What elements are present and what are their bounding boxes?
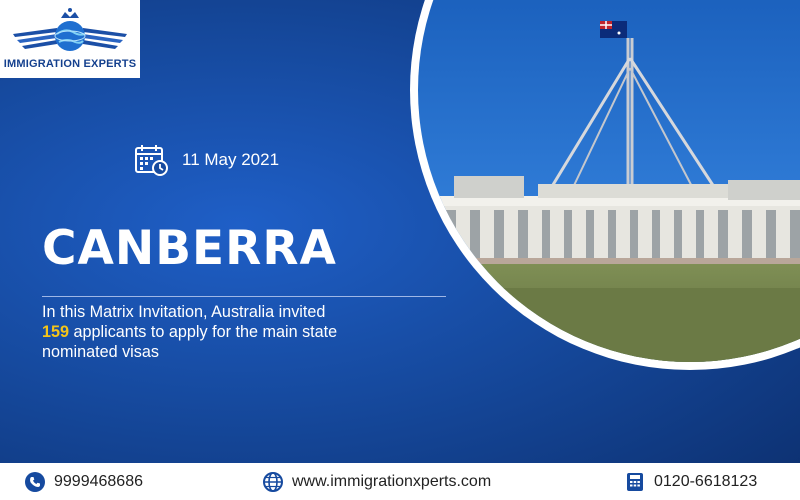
phone-icon	[25, 471, 45, 492]
city-title: CANBERRA	[42, 221, 337, 276]
description-line-3: nominated visas	[42, 343, 159, 361]
description-line-1: In this Matrix Invitation, Australia inv…	[42, 303, 326, 321]
description-line-2-text: applicants to apply for the main state	[69, 323, 338, 341]
description: In this Matrix Invitation, Australia inv…	[42, 302, 452, 362]
applicant-count: 159	[42, 323, 70, 341]
website-url: www.immigrationxperts.com	[292, 472, 492, 490]
footer-bar: 9999468686 www.immigrationxperts.com 012…	[0, 463, 800, 500]
post-date: 11 May 2021	[182, 150, 280, 169]
parliament-house-photo	[418, 0, 800, 362]
description-line-2: 159 applicants to apply for the main sta…	[42, 322, 452, 342]
date-row: 11 May 2021	[134, 143, 279, 177]
calendar-clock-icon	[135, 145, 168, 176]
globe-icon	[263, 471, 283, 492]
phone-number: 9999468686	[54, 472, 143, 490]
telephone-icon	[627, 472, 643, 491]
footer-phone[interactable]: 9999468686	[24, 463, 143, 500]
brand-name: IMMIGRATION EXPERTS	[3, 58, 137, 70]
divider	[42, 296, 446, 297]
landline-number: 0120-6618123	[654, 472, 758, 490]
footer-website[interactable]: www.immigrationxperts.com	[262, 463, 491, 500]
footer-landline[interactable]: 0120-6618123	[624, 463, 757, 500]
logo: IMMIGRATION EXPERTS	[0, 0, 140, 78]
globe-wings-logo-icon	[13, 8, 127, 51]
banner: IMMIGRATION EXPERTS 11 May 2021 CANBERRA…	[0, 0, 800, 500]
